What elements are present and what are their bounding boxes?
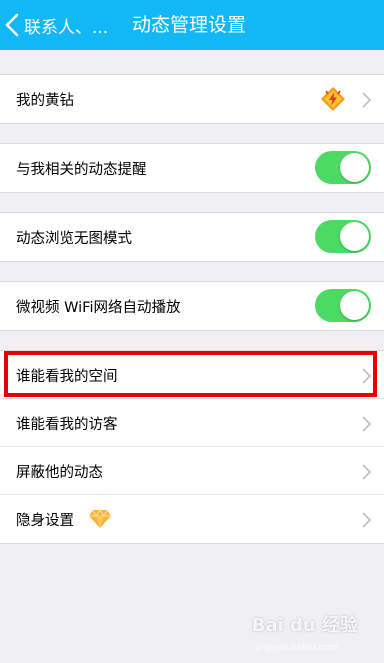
chevron-right-icon: [360, 415, 372, 433]
settings-group-no-image: 动态浏览无图模式: [0, 212, 384, 262]
chevron-right-icon: [360, 91, 372, 109]
no-image-mode-toggle[interactable]: [315, 220, 371, 253]
watermark-text: Bai du 经验: [251, 615, 358, 636]
chevron-right-icon: [360, 511, 372, 529]
chevron-left-icon: [0, 0, 24, 50]
nav-bar: 联系人、... 动态管理设置: [0, 0, 384, 50]
row-label: 屏蔽他的动态: [16, 464, 103, 481]
row-label: 隐身设置: [16, 512, 74, 529]
back-label: 联系人、...: [24, 17, 109, 38]
highlight-annotation-box: [4, 351, 377, 397]
row-label: 与我相关的动态提醒: [16, 161, 147, 178]
row-label: 动态浏览无图模式: [16, 230, 132, 247]
watermark-url: jingyan.baidu.com: [254, 643, 338, 653]
row-wifi-autoplay: 微视频 WiFi网络自动播放: [0, 282, 384, 330]
row-label: 微视频 WiFi网络自动播放: [16, 299, 181, 316]
row-label: 我的黄钻: [16, 92, 74, 109]
row-label: 谁能看我的访客: [16, 416, 118, 433]
row-no-image-mode: 动态浏览无图模式: [0, 213, 384, 261]
notifications-toggle[interactable]: [315, 151, 371, 184]
chevron-right-icon: [360, 463, 372, 481]
row-related-notifications: 与我相关的动态提醒: [0, 144, 384, 192]
toggle-knob: [340, 222, 369, 251]
settings-group-vip: 我的黄钻: [0, 74, 384, 124]
baidu-jingyan-watermark: Bai du 经验: [252, 611, 358, 637]
settings-group-notify: 与我相关的动态提醒: [0, 143, 384, 193]
yellow-diamond-vip-icon: [320, 86, 346, 112]
row-block-feeds[interactable]: 屏蔽他的动态: [0, 447, 384, 495]
toggle-knob: [340, 291, 369, 320]
row-invisible-settings[interactable]: 隐身设置: [0, 495, 384, 543]
settings-group-autoplay: 微视频 WiFi网络自动播放: [0, 281, 384, 331]
row-who-can-see-visitors[interactable]: 谁能看我的访客: [0, 399, 384, 447]
wifi-autoplay-toggle[interactable]: [315, 289, 371, 322]
back-button[interactable]: 联系人、...: [0, 0, 120, 50]
toggle-knob: [340, 153, 369, 182]
diamond-icon: [88, 509, 112, 529]
page-title: 动态管理设置: [132, 14, 247, 36]
row-my-yellow-diamond[interactable]: 我的黄钻: [0, 75, 384, 123]
